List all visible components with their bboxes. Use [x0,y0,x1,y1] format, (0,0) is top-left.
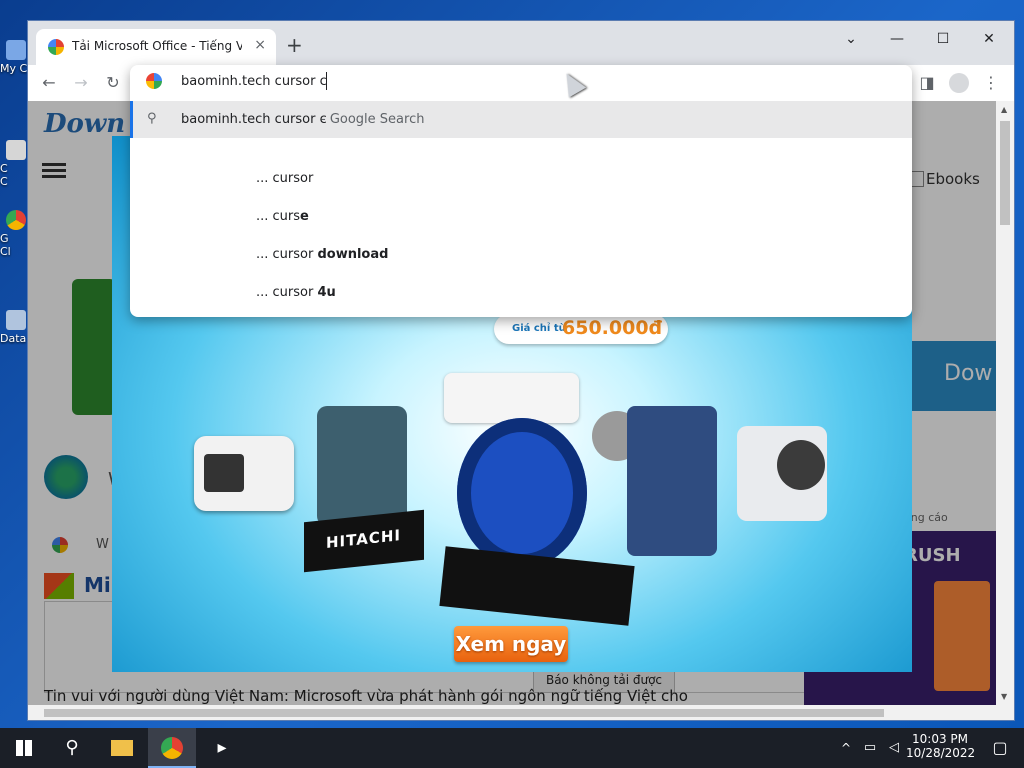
address-input[interactable]: baominh.tech cursor c [181,74,327,89]
search-icon: ⚲ [147,111,157,126]
side-panel-icon[interactable]: ◨ [916,72,938,94]
price-prefix: Giá chỉ từ [512,323,566,334]
scroll-up-icon[interactable]: ▲ [1001,105,1007,114]
search-icon[interactable]: ⚲ [48,728,96,768]
price-value: 650.000đ [562,317,663,339]
clock-time: 10:03 PM [912,732,968,746]
suggestion-query: baominh.tech cursor c [181,112,327,127]
file-explorer-icon[interactable] [98,728,146,768]
suggestion-suffix: - Google Search [321,112,425,127]
clock-date: 10/28/2022 [906,746,976,760]
cta-button[interactable]: Xem ngay [454,626,568,662]
scroll-down-icon[interactable]: ▼ [1001,692,1007,701]
desktop-icon-label: G Cl [0,232,11,258]
omnibox-dropdown: baominh.tech cursor c ⚲ baominh.tech cur… [130,65,912,317]
tab-close-icon[interactable]: × [254,37,266,53]
reload-icon[interactable]: ↻ [102,72,124,94]
address-bar[interactable]: baominh.tech cursor c [130,65,912,101]
suggestion-item[interactable]: ... cursor download [256,247,388,262]
suggestion-text: ... cursor [256,171,314,186]
terminal-icon[interactable]: ▸ [198,728,246,768]
close-window-button[interactable]: ✕ [974,27,1004,51]
taskbar: ⚲ ▸ ^ ▭ ◁ 10:03 PM 10/28/2022 ▢ [0,728,1024,768]
suggestion-bold: 4u [317,285,336,300]
chrome-icon [6,210,26,230]
desktop-icon-label: Data [0,332,27,345]
suggestion-search-row[interactable]: ⚲ baominh.tech cursor c - Google Search [130,101,912,138]
suggestion-bold: download [317,247,389,262]
desktop-icon-label: C C [0,162,8,188]
profile-avatar-icon[interactable] [948,72,970,94]
suggestion-item[interactable]: ... curse [256,209,309,224]
pump-white-image [194,436,294,511]
suggestion-text: ... cursor [256,285,318,300]
tab-active[interactable]: Tải Microsoft Office - Tiếng Việt × [36,29,276,65]
engine-frame [439,546,635,626]
folder-icon [6,310,26,330]
shortcut-icon [6,140,26,160]
text-cursor [326,72,327,90]
volume-icon[interactable]: ◁ [882,728,906,768]
maximize-button[interactable]: ☐ [928,27,958,51]
suggestion-item[interactable]: ... cursor 4u [256,285,336,300]
suggestion-bold: e [300,209,309,224]
start-button[interactable] [0,728,48,768]
tab-strip: Tải Microsoft Office - Tiếng Việt × + ⌄ … [28,21,1014,65]
scroll-thumb[interactable] [1000,121,1010,225]
pump-hitachi-image [317,406,407,526]
google-g-icon [146,73,162,89]
suggestion-text: ... curs [256,209,301,224]
engine-pump-image [457,418,587,568]
tab-title: Tải Microsoft Office - Tiếng Việt [72,39,242,53]
browser-window: Tải Microsoft Office - Tiếng Việt × + ⌄ … [28,21,1014,720]
vertical-scrollbar[interactable]: ▲ ▼ [996,101,1014,705]
chrome-taskbar-icon[interactable] [148,728,196,768]
new-tab-button[interactable]: + [286,33,303,57]
clock[interactable]: 10:03 PM 10/28/2022 [906,732,976,760]
back-arrow-icon[interactable]: ← [38,72,60,94]
brand-label: HITACHI [326,526,401,552]
notification-icon[interactable]: ▢ [976,728,1024,768]
pump-motor-image [737,426,827,521]
price-badge: Giá chỉ từ 650.000đ [494,314,668,344]
engine-top-image [444,373,579,423]
suggestion-text: ... cursor [256,247,318,262]
suggestion-item[interactable]: ... cursor [256,171,313,186]
horizontal-scrollbar[interactable] [28,705,1014,720]
windows-start-icon [16,739,32,756]
minimize-button[interactable]: — [882,27,912,51]
pump-blue-image [627,406,717,556]
tab-search-icon[interactable]: ⌄ [836,27,866,51]
site-favicon-icon [48,39,64,55]
network-icon[interactable]: ▭ [858,728,882,768]
menu-kebab-icon[interactable]: ⋮ [980,72,1002,94]
tray-chevron-icon[interactable]: ^ [834,728,858,768]
computer-icon [6,40,26,60]
forward-arrow-icon[interactable]: → [70,72,92,94]
scroll-thumb[interactable] [44,709,884,717]
cta-label: Xem ngay [455,632,567,656]
desktop-icon-label: My C [0,62,28,75]
